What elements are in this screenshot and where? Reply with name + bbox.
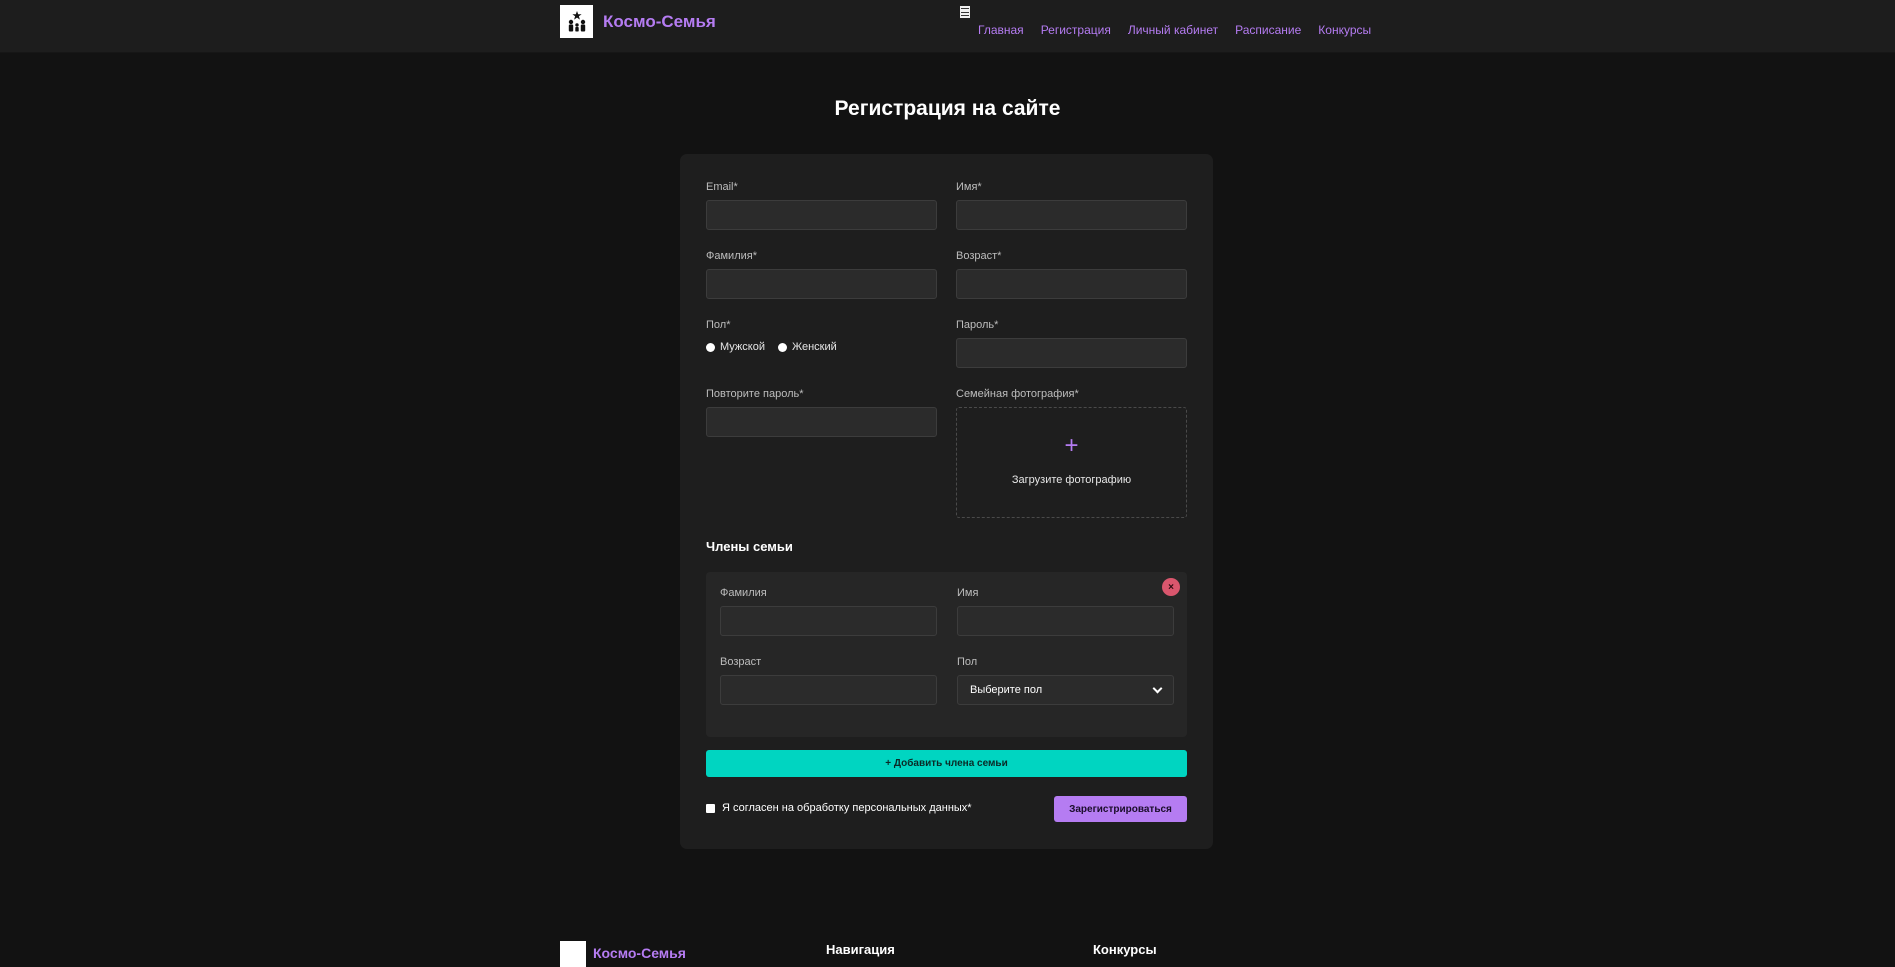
footer-heading-navigation: Навигация: [826, 942, 895, 957]
email-field-group: Email*: [706, 181, 937, 230]
footer-heading-contests: Конкурсы: [1093, 942, 1157, 957]
registration-form: Email* Имя* Фамилия* Возраст* Пол* Мужск…: [680, 154, 1213, 849]
member-age-label: Возраст: [720, 656, 762, 668]
age-label: Возраст*: [956, 250, 1002, 262]
password-input[interactable]: [956, 338, 1187, 368]
chevron-down-icon: [1152, 683, 1163, 693]
member-first-name-input[interactable]: [957, 606, 1174, 636]
nav-link-account[interactable]: Личный кабинет: [1128, 23, 1218, 37]
register-button[interactable]: Зарегистрироваться: [1054, 796, 1187, 822]
brand-name[interactable]: Космо-Семья: [603, 12, 716, 32]
consent-label: Я согласен на обработку персональных дан…: [722, 802, 972, 814]
nav-link-home[interactable]: Главная: [978, 23, 1024, 37]
gender-radio-female[interactable]: Женский: [777, 341, 837, 353]
gender-option-female-label: Женский: [791, 341, 837, 353]
member-gender-select-value: Выберите пол: [970, 684, 1043, 696]
first-name-label: Имя*: [956, 181, 982, 193]
plus-icon: +: [1064, 431, 1079, 459]
menu-icon[interactable]: [960, 6, 970, 18]
gender-option-male-label: Мужской: [720, 341, 765, 353]
member-last-name-group: Фамилия: [720, 587, 937, 636]
member-age-input[interactable]: [720, 675, 937, 705]
photo-label: Семейная фотография*: [956, 388, 1079, 400]
gender-radio-male[interactable]: Мужской: [706, 341, 765, 353]
site-header: Космо-Семья Главная Регистрация Личный к…: [0, 0, 1895, 53]
repeat-password-input[interactable]: [706, 407, 937, 437]
member-gender-group: Пол Выберите пол: [957, 656, 1174, 705]
first-name-input[interactable]: [956, 200, 1187, 230]
photo-field-group: Семейная фотография* + Загрузите фотогра…: [956, 388, 1187, 518]
radio-circle-icon[interactable]: [706, 342, 715, 352]
password-field-group: Пароль*: [956, 319, 1187, 368]
password-label: Пароль*: [956, 319, 999, 331]
repeat-password-label: Повторите пароль*: [706, 388, 804, 400]
upload-text: Загрузите фотографию: [1011, 473, 1132, 486]
family-members-title: Члены семьи: [706, 539, 793, 554]
email-label: Email*: [706, 181, 738, 193]
page-title: Регистрация на сайте: [834, 97, 1061, 120]
first-name-field-group: Имя*: [956, 181, 1187, 230]
member-age-group: Возраст: [720, 656, 937, 705]
nav-link-schedule[interactable]: Расписание: [1235, 23, 1301, 37]
add-family-member-button[interactable]: + Добавить члена семьи: [706, 750, 1187, 777]
main-nav: Главная Регистрация Личный кабинет Распи…: [978, 23, 1371, 37]
family-member-card: × Фамилия Имя Возраст Пол Выберите пол: [706, 572, 1187, 737]
footer-brand[interactable]: Космо-Семья: [593, 945, 686, 961]
member-first-name-label: Имя: [957, 587, 979, 599]
member-last-name-input[interactable]: [720, 606, 937, 636]
email-input[interactable]: [706, 200, 937, 230]
nav-link-registration[interactable]: Регистрация: [1041, 23, 1111, 37]
gender-label: Пол*: [706, 319, 731, 331]
gender-field-group: Пол* Мужской Женский: [706, 319, 850, 353]
photo-upload-dropzone[interactable]: + Загрузите фотографию: [956, 407, 1187, 518]
repeat-password-field-group: Повторите пароль*: [706, 388, 937, 437]
last-name-field-group: Фамилия*: [706, 250, 937, 299]
member-gender-label: Пол: [957, 656, 978, 668]
age-input[interactable]: [956, 269, 1187, 299]
last-name-input[interactable]: [706, 269, 937, 299]
logo[interactable]: [560, 5, 593, 38]
member-gender-select[interactable]: Выберите пол: [957, 675, 1174, 705]
age-field-group: Возраст*: [956, 250, 1187, 299]
nav-link-contests[interactable]: Конкурсы: [1318, 23, 1371, 37]
consent-checkbox[interactable]: [706, 803, 715, 813]
radio-circle-icon[interactable]: [777, 342, 787, 352]
member-last-name-label: Фамилия: [720, 587, 767, 599]
family-icon: [568, 10, 585, 31]
footer-logo[interactable]: [560, 941, 586, 967]
gender-radio-group: Мужской Женский: [706, 341, 850, 353]
consent-checkbox-row[interactable]: Я согласен на обработку персональных дан…: [706, 802, 972, 814]
last-name-label: Фамилия*: [706, 250, 757, 262]
member-first-name-group: Имя: [957, 587, 1174, 636]
